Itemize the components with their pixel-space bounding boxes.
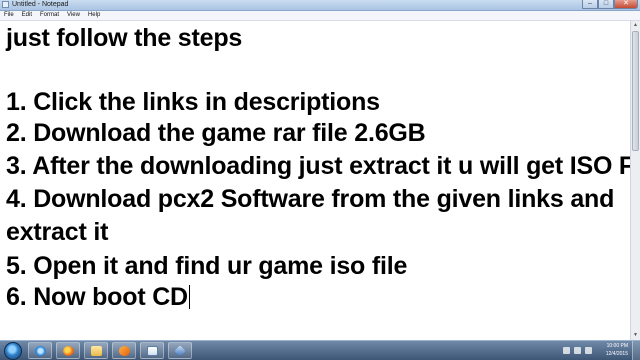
minimize-button[interactable]: – [582, 0, 598, 9]
internet-explorer-icon [35, 346, 46, 356]
scroll-up-button[interactable]: ▲ [631, 21, 640, 30]
title-bar[interactable]: Untitled - Notepad – □ ✕ [0, 0, 640, 11]
scroll-down-button[interactable]: ▼ [631, 331, 640, 340]
menu-format[interactable]: Format [36, 11, 63, 20]
text-caret [188, 285, 190, 309]
clock[interactable]: 10:00 PM 12/4/2015 [606, 342, 628, 358]
vertical-scrollbar[interactable]: ▲ ▼ [630, 21, 640, 340]
taskbar-internet-explorer[interactable] [28, 342, 52, 359]
text-line: just follow the steps [6, 24, 243, 52]
taskbar-notepad[interactable] [140, 342, 164, 359]
volume-icon[interactable] [585, 347, 592, 354]
taskbar-firefox[interactable] [56, 342, 80, 359]
app-icon [174, 345, 186, 357]
text-line: 3. After the downloading just extract it… [6, 152, 640, 180]
text-editor[interactable]: just follow the steps 1. Click the links… [0, 21, 640, 340]
text-line: 4. Download pcx2 Software from the given… [6, 185, 615, 213]
notepad-icon [147, 346, 158, 356]
taskbar: 10:00 PM 12/4/2015 [0, 340, 640, 360]
taskbar-app[interactable] [168, 342, 192, 359]
menu-help[interactable]: Help [84, 11, 104, 20]
start-button[interactable] [4, 342, 22, 360]
close-button[interactable]: ✕ [614, 0, 638, 9]
firefox-icon [63, 346, 74, 356]
text-line: 1. Click the links in descriptions [6, 88, 380, 116]
text-line-content: 6. Now boot CD [6, 283, 188, 311]
text-line: extract it [6, 218, 109, 246]
folder-icon [91, 346, 102, 356]
clock-date: 12/4/2015 [605, 351, 628, 357]
maximize-button[interactable]: □ [598, 0, 614, 9]
menu-bar: File Edit Format View Help [0, 11, 640, 21]
network-icon[interactable] [574, 347, 581, 354]
media-player-icon [119, 346, 130, 356]
menu-edit[interactable]: Edit [18, 11, 36, 20]
text-line: 5. Open it and find ur game iso file [6, 252, 408, 280]
window-title: Untitled - Notepad [12, 1, 69, 8]
menu-view[interactable]: View [63, 11, 84, 20]
show-desktop-button[interactable] [632, 341, 640, 360]
tray-arrow-icon[interactable] [563, 347, 570, 354]
taskbar-explorer[interactable] [84, 342, 108, 359]
text-line: 2. Download the game rar file 2.6GB [6, 119, 426, 147]
menu-file[interactable]: File [0, 11, 18, 20]
text-line-last: 6. Now boot CD [6, 282, 190, 312]
system-tray [563, 341, 592, 360]
notepad-icon [2, 1, 9, 8]
scroll-thumb[interactable] [632, 31, 639, 151]
clock-time: 10:00 PM [606, 343, 628, 349]
window-controls: – □ ✕ [582, 0, 638, 9]
taskbar-media-player[interactable] [112, 342, 136, 359]
